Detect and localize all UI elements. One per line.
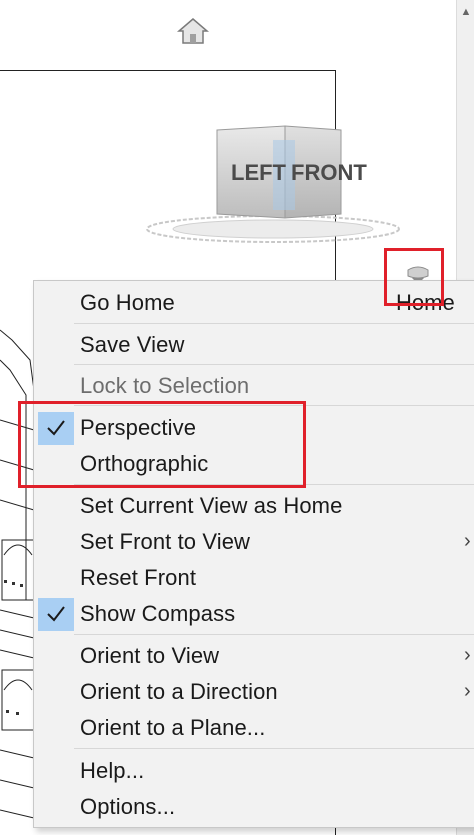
menu-item-show-compass[interactable]: Show Compass [34, 596, 474, 632]
menu-item-lock-to-selection[interactable]: Lock to Selection [34, 368, 474, 404]
menu-separator [74, 405, 474, 406]
menu-item-set-current-view-as-home[interactable]: Set Current View as Home [34, 488, 474, 524]
menu-item-label: Set Front to View [80, 529, 251, 554]
menu-item-label: Orient to a Direction [80, 679, 278, 704]
menu-separator [74, 364, 474, 365]
menu-item-set-front-to-view[interactable]: Set Front to View › [34, 524, 474, 560]
menu-item-label: Set Current View as Home [80, 493, 343, 518]
viewcube[interactable]: LEFT FRONT [145, 118, 415, 248]
checkmark-icon [38, 412, 74, 445]
menu-item-go-home[interactable]: Go Home Home [34, 285, 474, 321]
menu-item-orient-to-a-direction[interactable]: Orient to a Direction › [34, 674, 474, 710]
menu-item-reset-front[interactable]: Reset Front [34, 560, 474, 596]
menu-separator [74, 748, 474, 749]
menu-item-orthographic[interactable]: Orthographic [34, 446, 474, 482]
menu-item-options[interactable]: Options... [34, 789, 474, 825]
menu-item-label: Show Compass [80, 601, 236, 626]
menu-item-label: Perspective [80, 415, 197, 440]
viewcube-front-label[interactable]: FRONT [291, 160, 367, 185]
submenu-arrow-icon: › [464, 680, 471, 702]
viewcube-left-label[interactable]: LEFT [231, 160, 287, 185]
viewcube-context-menu: Go Home Home Save View Lock to Selection… [33, 280, 474, 828]
submenu-arrow-icon: › [464, 644, 471, 666]
home-icon[interactable] [176, 14, 210, 48]
menu-item-label: Save View [80, 332, 185, 357]
menu-item-label: Orient to a Plane... [80, 715, 266, 740]
menu-item-orient-to-a-plane[interactable]: Orient to a Plane... [34, 710, 474, 746]
menu-item-label: Reset Front [80, 565, 197, 590]
menu-item-perspective[interactable]: Perspective [34, 410, 474, 446]
menu-item-save-view[interactable]: Save View [34, 327, 474, 363]
menu-item-label: Options... [80, 794, 176, 819]
checkmark-icon [38, 598, 74, 631]
menu-separator [74, 484, 474, 485]
menu-item-help[interactable]: Help... [34, 753, 474, 789]
menu-separator [74, 323, 474, 324]
menu-item-label: Orient to View [80, 643, 220, 668]
revit-3d-view: ▲ LEFT FRONT Go Home Home Save View Lock… [0, 0, 474, 835]
menu-item-label: Help... [80, 758, 145, 783]
menu-item-orient-to-view[interactable]: Orient to View › [34, 638, 474, 674]
submenu-arrow-icon: › [464, 530, 471, 552]
menu-item-label: Orthographic [80, 451, 209, 476]
scroll-up-arrow-icon[interactable]: ▲ [460, 6, 472, 18]
menu-separator [74, 634, 474, 635]
menu-item-label: Lock to Selection [80, 373, 250, 398]
menu-item-shortcut: Home [396, 290, 455, 315]
menu-item-label: Go Home [80, 290, 175, 315]
